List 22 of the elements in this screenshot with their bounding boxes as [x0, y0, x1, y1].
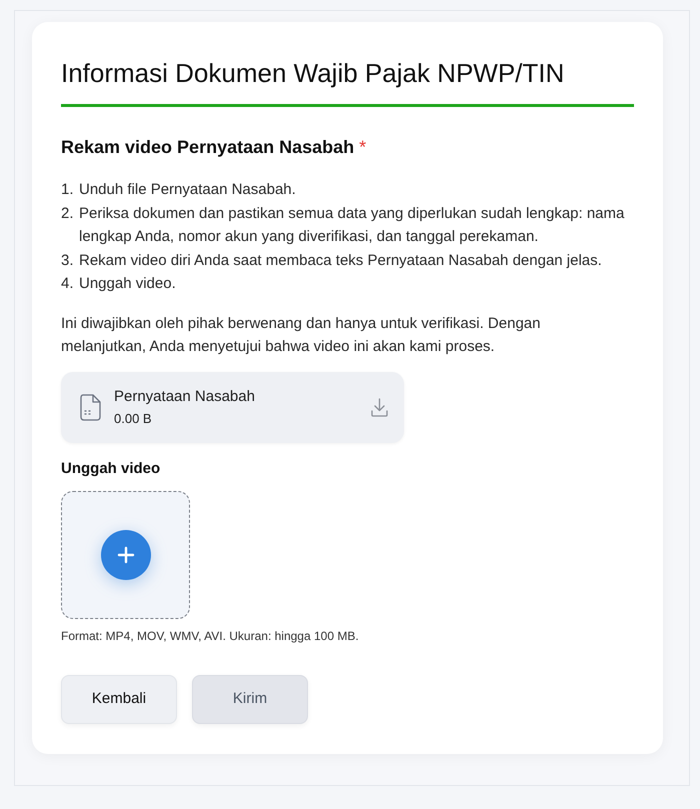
upload-hint: Format: MP4, MOV, WMV, AVI. Ukuran: hingga 100 MB. [61, 628, 360, 644]
step-text: Unduh file Pernyataan Nasabah. [79, 180, 297, 200]
plus-icon[interactable] [100, 530, 150, 580]
file-size: 0.00 B [114, 410, 153, 428]
file-card[interactable]: Pernyataan Nasabah 0.00 B [61, 372, 404, 442]
upload-label: Unggah video [61, 458, 162, 478]
upload-dropzone[interactable] [61, 490, 190, 618]
file-name: Pernyataan Nasabah [114, 386, 256, 406]
step-number: 2. [61, 204, 75, 224]
form-button[interactable]: Kembali [61, 674, 177, 724]
step-text: Periksa dokumen dan pastikan semua data yang diperlukan sudah lengkap: nama lengkap Anda, nomor akun yang diverifikasi, dan tanggal perekaman. [79, 204, 626, 247]
step-number: 3. [61, 250, 75, 270]
step-text: Rekam video diri Anda saat membaca teks Pernyataan Nasabah dengan jelas. [79, 250, 603, 270]
download-icon[interactable] [371, 398, 388, 416]
step-text: Unggah video. [79, 274, 177, 294]
file-icon [80, 394, 101, 420]
step-number: 1. [61, 180, 75, 200]
step-number: 4. [61, 274, 75, 294]
page-title: Informasi Dokumen Wajib Pajak NPWP/TIN [61, 57, 566, 90]
section-heading: Rekam video Pernyataan Nasabah [61, 136, 354, 159]
required-mark: * [359, 136, 366, 159]
notice-text: Ini diwajibkan oleh pihak berwenang dan hanya untuk verifikasi. Dengan melanjutkan, Anda menyetujui bahwa video ini akan kami proses. [61, 314, 542, 356]
